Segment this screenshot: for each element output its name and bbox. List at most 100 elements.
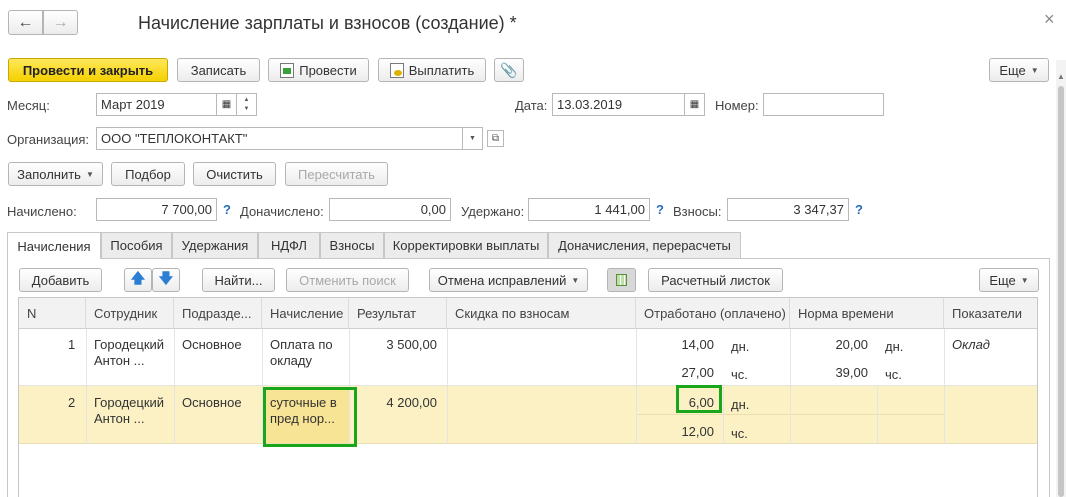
chevron-down-icon: ▼ [571,275,580,285]
organization-input[interactable]: ООО "ТЕПЛОКОНТАКТ" [96,127,463,150]
contributions-label: Взносы: [673,204,722,219]
col-header-worked[interactable]: Отработано (оплачено) [636,298,790,329]
more-label: Еще [999,62,1026,78]
col-header-indicators[interactable]: Показатели [944,298,1037,329]
find-button[interactable]: Найти... [202,268,275,292]
col-header-discount[interactable]: Скидка по взносам [447,298,636,329]
vertical-scrollbar[interactable]: ▲ [1056,60,1066,497]
move-down-button[interactable]: 🡇 [152,268,180,292]
row2-days-unit: дн. [731,397,750,412]
pay-label: Выплатить [408,62,475,78]
fill-label: Заполнить [17,166,81,182]
tab-benefits[interactable]: Пособия [101,232,172,258]
row2-hours-unit: чс. [731,426,748,441]
attach-button[interactable]: 📎 [494,58,524,82]
row1-employee-line1: Городецкий [94,337,165,352]
arrow-left-icon: ← [17,13,34,31]
calendar-icon-month[interactable]: ▦ [217,93,237,116]
tab-deductions[interactable]: Удержания [172,232,258,258]
cancel-corrections-button[interactable]: Отмена исправлений ▼ [429,268,588,292]
col-divider [944,329,945,444]
tab-contributions[interactable]: Взносы [320,232,384,258]
col-header-employee[interactable]: Сотрудник [86,298,174,329]
clear-button[interactable]: Очистить [193,162,276,186]
arrow-up-icon: 🡅 [130,270,146,286]
pay-button[interactable]: Выплатить [378,58,486,82]
row2-employee-line1: Городецкий [94,395,165,410]
arrow-down-icon: 🡇 [158,270,174,286]
recalculate-button[interactable]: Пересчитать [285,162,388,186]
close-icon[interactable]: × [1044,9,1055,30]
add-row-button[interactable]: Добавить [19,268,102,292]
save-button[interactable]: Записать [177,58,260,82]
fill-button[interactable]: Заполнить ▼ [8,162,103,186]
number-input[interactable] [763,93,884,116]
post-and-close-button[interactable]: Провести и закрыть [8,58,168,82]
col-header-norm[interactable]: Норма времени [790,298,944,329]
accrued-value: 7 700,00 [96,198,217,221]
calendar-icon-date[interactable]: ▦ [685,93,705,116]
accrued-label: Начислено: [7,204,77,219]
pay-doc-icon [389,62,404,78]
back-button[interactable]: ← [8,10,43,35]
more-button[interactable]: Еще ▼ [989,58,1049,82]
col-header-department[interactable]: Подразде... [174,298,262,329]
row2-worked-hours: 12,00 [681,424,714,439]
table-row-selected[interactable] [19,386,1037,444]
page-title: Начисление зарплаты и взносов (создание)… [138,13,517,33]
move-up-button[interactable]: 🡅 [124,268,152,292]
row2-n: 2 [68,395,76,410]
col-header-n[interactable]: N [19,298,86,329]
col-header-result[interactable]: Результат [349,298,447,329]
tab-extra-accruals[interactable]: Доначисления, перерасчеты [548,232,741,258]
col-divider [723,386,724,444]
month-input[interactable]: Март 2019 [96,93,217,116]
post-button[interactable]: Провести [268,58,369,82]
row2-result: 4 200,00 [386,395,437,410]
row1-worked-hours: 27,00 [681,365,714,380]
tab-payment-adjustments[interactable]: Корректировки выплаты [384,232,548,258]
withheld-help-icon[interactable]: ? [656,202,664,217]
row1-n: 1 [68,337,76,352]
accrued-help-icon[interactable]: ? [223,202,231,217]
post-doc-icon [280,62,295,78]
forward-button[interactable]: → [43,10,78,35]
organization-label: Организация: [7,132,90,147]
col-header-accrual[interactable]: Начисление [262,298,349,329]
pick-button[interactable]: Подбор [111,162,185,186]
open-organization-icon[interactable]: ⧉ [487,130,504,147]
row1-norm-days-unit: дн. [885,339,904,354]
scroll-thumb[interactable] [1058,86,1064,497]
withheld-value: 1 441,00 [528,198,650,221]
extra-accrued-value: 0,00 [329,198,451,221]
tab-ndfl[interactable]: НДФЛ [258,232,320,258]
row1-employee-line2: Антон ... [94,353,145,368]
payslip-button[interactable]: Расчетный листок [648,268,783,292]
month-spinner[interactable]: ▲ ▼ [237,93,257,116]
highlight-box-accrual [263,387,357,447]
table-settings-button[interactable] [607,268,636,292]
row1-department: Основное [182,337,242,352]
date-input[interactable]: 13.03.2019 [552,93,685,116]
row1-accrual-line1: Оплата по [270,337,333,352]
row2-department: Основное [182,395,242,410]
highlight-box-worked-days [676,385,722,413]
row1-days-unit: дн. [731,339,750,354]
organization-dropdown-icon[interactable]: ▼ [463,127,483,150]
scroll-up-arrow[interactable]: ▲ [1057,72,1065,81]
chevron-down-icon: ▼ [85,169,94,179]
row1-accrual-line2: окладу [270,353,312,368]
date-label: Дата: [515,98,548,113]
col-divider [877,386,878,444]
chevron-down-icon: ▼ [1030,65,1039,75]
row1-result: 3 500,00 [386,337,437,352]
cancel-search-button[interactable]: Отменить поиск [286,268,409,292]
withheld-label: Удержано: [461,204,525,219]
table-more-button[interactable]: Еще ▼ [979,268,1039,292]
table-grid-icon [616,274,627,286]
contributions-help-icon[interactable]: ? [855,202,863,217]
tab-accruals[interactable]: Начисления [7,232,101,259]
row1-norm-hours-unit: чс. [885,367,902,382]
contributions-value: 3 347,37 [727,198,849,221]
arrow-right-icon: → [52,13,69,31]
